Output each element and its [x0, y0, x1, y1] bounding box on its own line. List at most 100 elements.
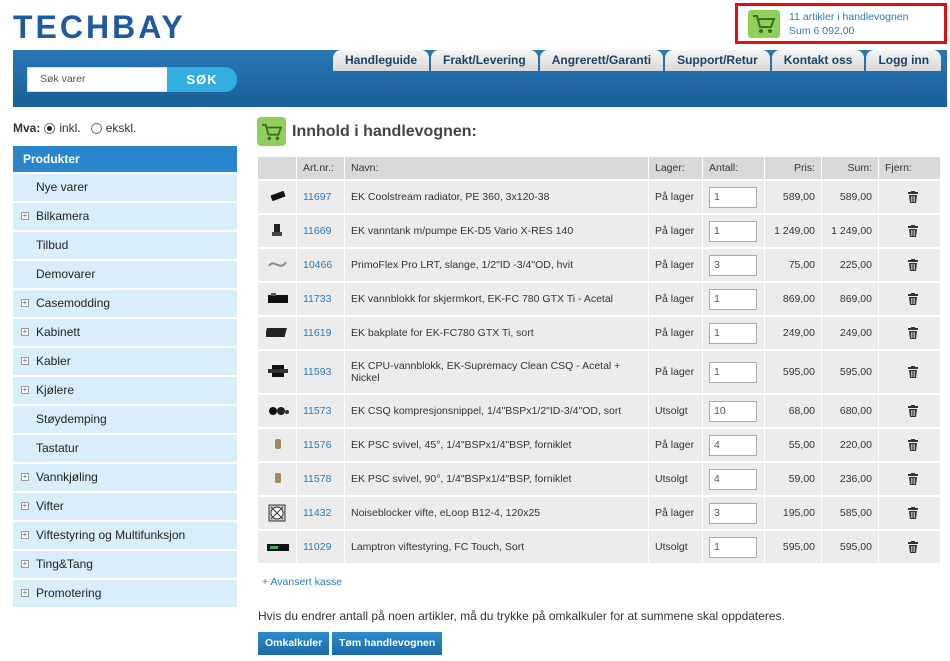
expand-plus-icon[interactable]: +: [21, 473, 29, 481]
expand-plus-icon[interactable]: +: [21, 212, 29, 220]
trash-icon[interactable]: [885, 366, 940, 378]
table-row: 11733 EK vannblokk for skjermkort, EK-FC …: [257, 283, 940, 315]
trash-icon[interactable]: [885, 507, 940, 519]
quantity-input[interactable]: 1: [709, 322, 757, 344]
stock-cell: På lager: [648, 351, 702, 393]
art-link[interactable]: 11619: [303, 327, 331, 339]
cart-count: 11 artikler i handlevognen: [789, 10, 909, 23]
expand-plus-icon[interactable]: +: [21, 299, 29, 307]
price-cell: 195,00: [764, 497, 821, 529]
sidebar-item[interactable]: + Vifter: [13, 493, 237, 520]
expand-plus-icon[interactable]: +: [21, 589, 29, 597]
quantity-input[interactable]: 10: [709, 400, 757, 422]
product-thumb[interactable]: [257, 181, 296, 213]
expand-plus-icon[interactable]: +: [21, 357, 29, 365]
trash-icon[interactable]: [885, 259, 940, 271]
sidebar-item[interactable]: + Casemodding: [13, 290, 237, 317]
expand-plus-icon[interactable]: +: [21, 328, 29, 336]
mva-selector: Mva: inkl. ekskl.: [13, 121, 136, 135]
product-thumb[interactable]: [257, 351, 296, 393]
sidebar-item[interactable]: + Vannkjøling: [13, 464, 237, 491]
sidebar-item[interactable]: Støydemping: [13, 406, 237, 433]
product-thumb[interactable]: [257, 283, 296, 315]
nav-support[interactable]: Support/Retur: [665, 50, 770, 71]
cart-summary[interactable]: 11 artikler i handlevognen Sum 6 092,00: [735, 3, 947, 44]
nav-angrerett[interactable]: Angrerett/Garanti: [539, 50, 664, 71]
product-thumb[interactable]: [257, 317, 296, 349]
quantity-input[interactable]: 1: [709, 536, 757, 558]
sidebar-item[interactable]: + Kjølere: [13, 377, 237, 404]
sidebar-item[interactable]: Nye varer: [13, 174, 237, 201]
quantity-input[interactable]: 4: [709, 468, 757, 490]
art-link[interactable]: 11593: [303, 366, 331, 378]
trash-icon[interactable]: [885, 439, 940, 451]
expand-plus-icon[interactable]: +: [21, 386, 29, 394]
sidebar-header[interactable]: Produkter: [13, 146, 237, 172]
art-link[interactable]: 11029: [303, 541, 331, 553]
sum-cell: 249,00: [821, 317, 878, 349]
trash-icon[interactable]: [885, 327, 940, 339]
sidebar-item[interactable]: + Viftestyring og Multifunksjon: [13, 522, 237, 549]
qty-cell: 1: [702, 351, 764, 393]
sidebar-item[interactable]: Tastatur: [13, 435, 237, 462]
trash-icon[interactable]: [885, 473, 940, 485]
product-thumb[interactable]: [257, 395, 296, 427]
sidebar-item[interactable]: + Ting&Tang: [13, 551, 237, 578]
search-input[interactable]: Søk varer: [27, 67, 181, 92]
quantity-input[interactable]: 1: [709, 220, 757, 242]
art-link[interactable]: 11733: [303, 293, 331, 305]
sidebar-item[interactable]: + Kabler: [13, 348, 237, 375]
art-link[interactable]: 11669: [303, 225, 331, 237]
sidebar-item[interactable]: Demovarer: [13, 261, 237, 288]
category-sidebar: Produkter Nye varer + Bilkamera Tilbud Demov…: [13, 146, 237, 607]
sidebar-item[interactable]: + Promotering: [13, 580, 237, 607]
art-link[interactable]: 11432: [303, 507, 331, 519]
quantity-input[interactable]: 4: [709, 434, 757, 456]
stock-cell: På lager: [648, 283, 702, 315]
sidebar-item[interactable]: + Kabinett: [13, 319, 237, 346]
trash-icon[interactable]: [885, 225, 940, 237]
nav-frakt[interactable]: Frakt/Levering: [431, 50, 538, 71]
sum-cell: 595,00: [821, 351, 878, 393]
sidebar-item[interactable]: Tilbud: [13, 232, 237, 259]
mva-inkl-radio[interactable]: [44, 122, 56, 134]
fan-icon: [268, 504, 286, 522]
trash-icon[interactable]: [885, 293, 940, 305]
art-link[interactable]: 11573: [303, 405, 331, 417]
quantity-input[interactable]: 1: [709, 361, 757, 383]
art-link[interactable]: 11578: [303, 473, 331, 485]
trash-icon[interactable]: [885, 541, 940, 553]
product-thumb[interactable]: [257, 531, 296, 563]
empty-cart-button[interactable]: Tøm handlevognen: [332, 632, 443, 655]
art-link[interactable]: 10466: [303, 259, 332, 271]
trash-icon[interactable]: [885, 191, 940, 203]
art-link[interactable]: 11697: [303, 191, 331, 203]
nav-kontakt[interactable]: Kontakt oss: [771, 50, 865, 71]
quantity-input[interactable]: 3: [709, 502, 757, 524]
search-button[interactable]: SØK: [167, 67, 237, 92]
recalculate-button[interactable]: Omkalkuler: [258, 632, 330, 655]
techbay-logo[interactable]: TECHBAY: [13, 12, 243, 42]
sidebar-item[interactable]: + Bilkamera: [13, 203, 237, 230]
expand-plus-icon[interactable]: +: [21, 531, 29, 539]
quantity-input[interactable]: 1: [709, 186, 757, 208]
nav-handleguide[interactable]: Handleguide: [333, 50, 430, 71]
mva-ekskl-radio[interactable]: [90, 122, 102, 134]
quantity-input[interactable]: 1: [709, 288, 757, 310]
art-link[interactable]: 11576: [303, 439, 331, 451]
product-thumb[interactable]: [257, 215, 296, 247]
art-cell: 11432: [296, 497, 344, 529]
trash-icon[interactable]: [885, 405, 940, 417]
expand-plus-icon[interactable]: +: [21, 502, 29, 510]
name-cell: EK CSQ kompresjonsnippel, 1/4"BSPx1/2"ID…: [344, 395, 648, 427]
price-cell: 869,00: [764, 283, 821, 315]
expand-plus-icon[interactable]: +: [21, 560, 29, 568]
product-thumb[interactable]: [257, 497, 296, 529]
product-thumb[interactable]: [257, 249, 296, 281]
quantity-input[interactable]: 3: [709, 254, 757, 276]
product-thumb[interactable]: [257, 463, 296, 495]
product-thumb[interactable]: [257, 429, 296, 461]
nav-logg-inn[interactable]: Logg inn: [866, 50, 942, 71]
advanced-checkout-link[interactable]: + Avansert kasse: [262, 576, 342, 588]
sum-cell: 585,00: [821, 497, 878, 529]
